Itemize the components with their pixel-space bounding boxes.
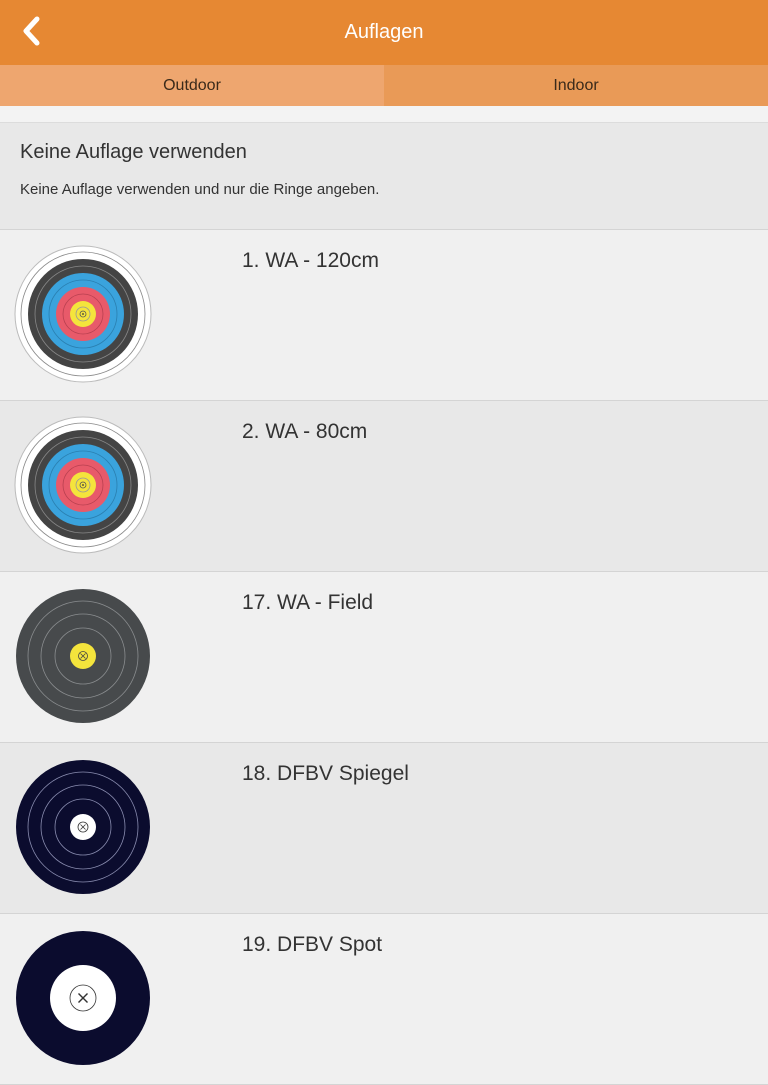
target-label: 18. DFBV Spiegel bbox=[242, 762, 409, 785]
tab-outdoor[interactable]: Outdoor bbox=[0, 65, 384, 106]
dfbv-spot-target-icon bbox=[16, 931, 150, 1065]
field-target-icon bbox=[16, 589, 150, 723]
list-item-dfbv-spot[interactable]: 19. DFBV Spot bbox=[0, 914, 768, 1085]
wa-target-icon bbox=[14, 245, 152, 383]
wa-target-icon bbox=[14, 416, 152, 554]
list-item-dfbv-spiegel[interactable]: 18. DFBV Spiegel bbox=[0, 743, 768, 914]
no-target-description: Keine Auflage verwenden und nur die Ring… bbox=[20, 181, 380, 198]
dfbv-spiegel-target-icon bbox=[16, 760, 150, 894]
target-label: 1. WA - 120cm bbox=[242, 249, 379, 272]
page-title: Auflagen bbox=[344, 21, 424, 43]
target-label: 2. WA - 80cm bbox=[242, 420, 368, 443]
section-spacer bbox=[0, 106, 768, 123]
list-item-wa-80cm[interactable]: 2. WA - 80cm bbox=[0, 401, 768, 572]
target-label: 17. WA - Field bbox=[242, 591, 374, 614]
navigation-bar: Auflagen bbox=[0, 0, 768, 65]
target-list: 1. WA - 120cm 2. WA - 80cm 17. WA - Fiel… bbox=[0, 230, 768, 1085]
no-target-title: Keine Auflage verwenden bbox=[20, 141, 247, 163]
segmented-tabs: Outdoor Indoor bbox=[0, 65, 768, 106]
target-label: 19. DFBV Spot bbox=[242, 933, 383, 956]
tab-indoor[interactable]: Indoor bbox=[384, 65, 768, 106]
no-target-option[interactable]: Keine Auflage verwenden Keine Auflage ve… bbox=[0, 123, 768, 230]
list-item-wa-120cm[interactable]: 1. WA - 120cm bbox=[0, 230, 768, 401]
list-item-wa-field[interactable]: 17. WA - Field bbox=[0, 572, 768, 743]
